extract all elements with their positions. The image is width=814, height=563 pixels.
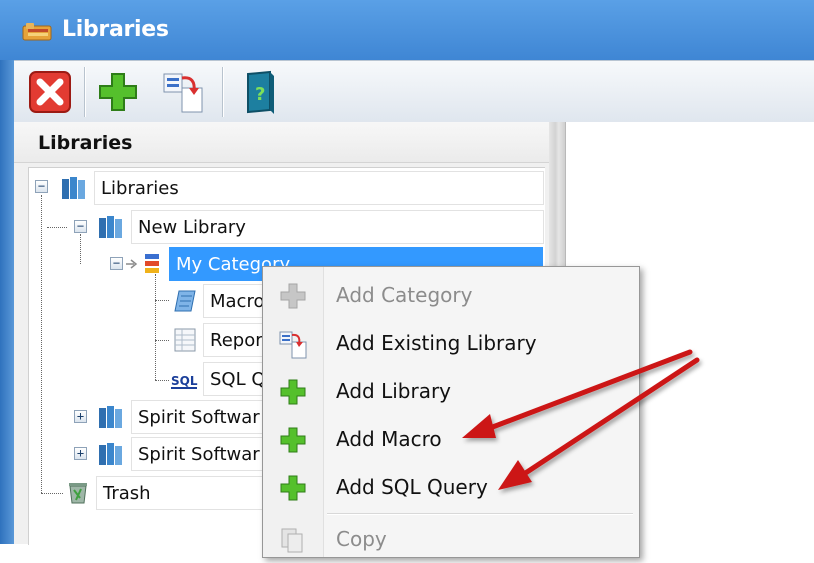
add-existing-library-icon[interactable] xyxy=(160,68,208,116)
menu-item-label: Add Macro xyxy=(336,427,442,451)
menu-item-label: Add Existing Library xyxy=(336,331,537,355)
collapse-toggle[interactable]: − xyxy=(74,220,87,233)
arrow-right-icon xyxy=(126,259,138,269)
tree-node-label: Spirit Softwar xyxy=(131,400,276,434)
tree-line xyxy=(47,227,67,228)
panel-header: Libraries xyxy=(14,122,549,163)
add-existing-library-icon xyxy=(279,331,307,359)
menu-item-label: Add SQL Query xyxy=(336,475,488,499)
copy-gray-icon xyxy=(281,528,303,553)
svg-text:?: ? xyxy=(255,84,265,105)
close-red-x-icon[interactable] xyxy=(26,68,74,116)
tree-node-label: Libraries xyxy=(94,171,544,205)
title-bar: Libraries xyxy=(0,0,814,60)
macro-scroll-icon xyxy=(174,290,196,312)
menu-item-add-existing-library[interactable]: Add Existing Library xyxy=(263,319,639,367)
tree-node-trash[interactable]: Trash xyxy=(96,476,276,510)
plus-green-icon xyxy=(280,475,306,501)
window-title: Libraries xyxy=(62,17,169,42)
add-green-plus-icon[interactable] xyxy=(94,68,142,116)
tree-line xyxy=(41,195,42,493)
expand-toggle[interactable]: + xyxy=(74,447,87,460)
menu-item-add-library[interactable]: Add Library xyxy=(263,367,639,415)
plus-green-icon xyxy=(280,379,306,405)
folder-books-icon xyxy=(22,23,52,41)
tree-line xyxy=(155,340,169,341)
context-menu: Add Category Add Existing Library Add Li… xyxy=(262,266,640,558)
tree-line xyxy=(155,274,156,380)
toolbar-separator xyxy=(84,67,86,117)
books-icon xyxy=(99,406,122,428)
collapse-toggle[interactable]: − xyxy=(110,257,123,270)
menu-item-label: Add Library xyxy=(336,379,452,403)
category-icon xyxy=(145,254,159,273)
tree-node-label: Trash xyxy=(96,476,276,510)
books-icon xyxy=(62,177,85,199)
collapse-toggle[interactable]: − xyxy=(35,180,48,193)
tree-node-spirit-software-2[interactable]: Spirit Softwar xyxy=(131,437,276,471)
menu-item-add-category[interactable]: Add Category xyxy=(263,271,639,319)
toolbar-separator xyxy=(222,67,224,117)
sql-icon: SQL xyxy=(171,374,198,389)
menu-item-label: Add Category xyxy=(336,283,473,307)
tree-node-label: New Library xyxy=(131,210,544,244)
tree-node-spirit-software-1[interactable]: Spirit Softwar xyxy=(131,400,276,434)
toolbar: ? xyxy=(14,60,814,124)
menu-item-label: Copy xyxy=(336,527,387,551)
tree-line xyxy=(155,300,169,301)
svg-text:SQL: SQL xyxy=(171,374,198,388)
tree-line xyxy=(80,234,81,264)
tree-node-libraries[interactable]: Libraries xyxy=(94,171,544,205)
plus-gray-icon xyxy=(280,283,306,309)
books-icon xyxy=(99,443,122,465)
help-book-icon[interactable]: ? xyxy=(236,68,284,116)
tree-line xyxy=(41,493,63,494)
window-frame-left xyxy=(0,60,14,544)
plus-green-icon xyxy=(280,427,306,453)
expand-toggle[interactable]: + xyxy=(74,410,87,423)
tree-line xyxy=(155,380,169,381)
trash-icon xyxy=(69,483,87,504)
books-icon xyxy=(99,216,122,238)
menu-item-copy[interactable]: Copy xyxy=(263,515,639,563)
tree-node-label: Spirit Softwar xyxy=(131,437,276,471)
report-grid-icon xyxy=(174,328,196,352)
menu-item-add-sql-query[interactable]: Add SQL Query xyxy=(263,463,639,511)
tree-node-new-library[interactable]: New Library xyxy=(131,210,544,244)
menu-item-add-macro[interactable]: Add Macro xyxy=(263,415,639,463)
panel-title: Libraries xyxy=(38,132,133,154)
